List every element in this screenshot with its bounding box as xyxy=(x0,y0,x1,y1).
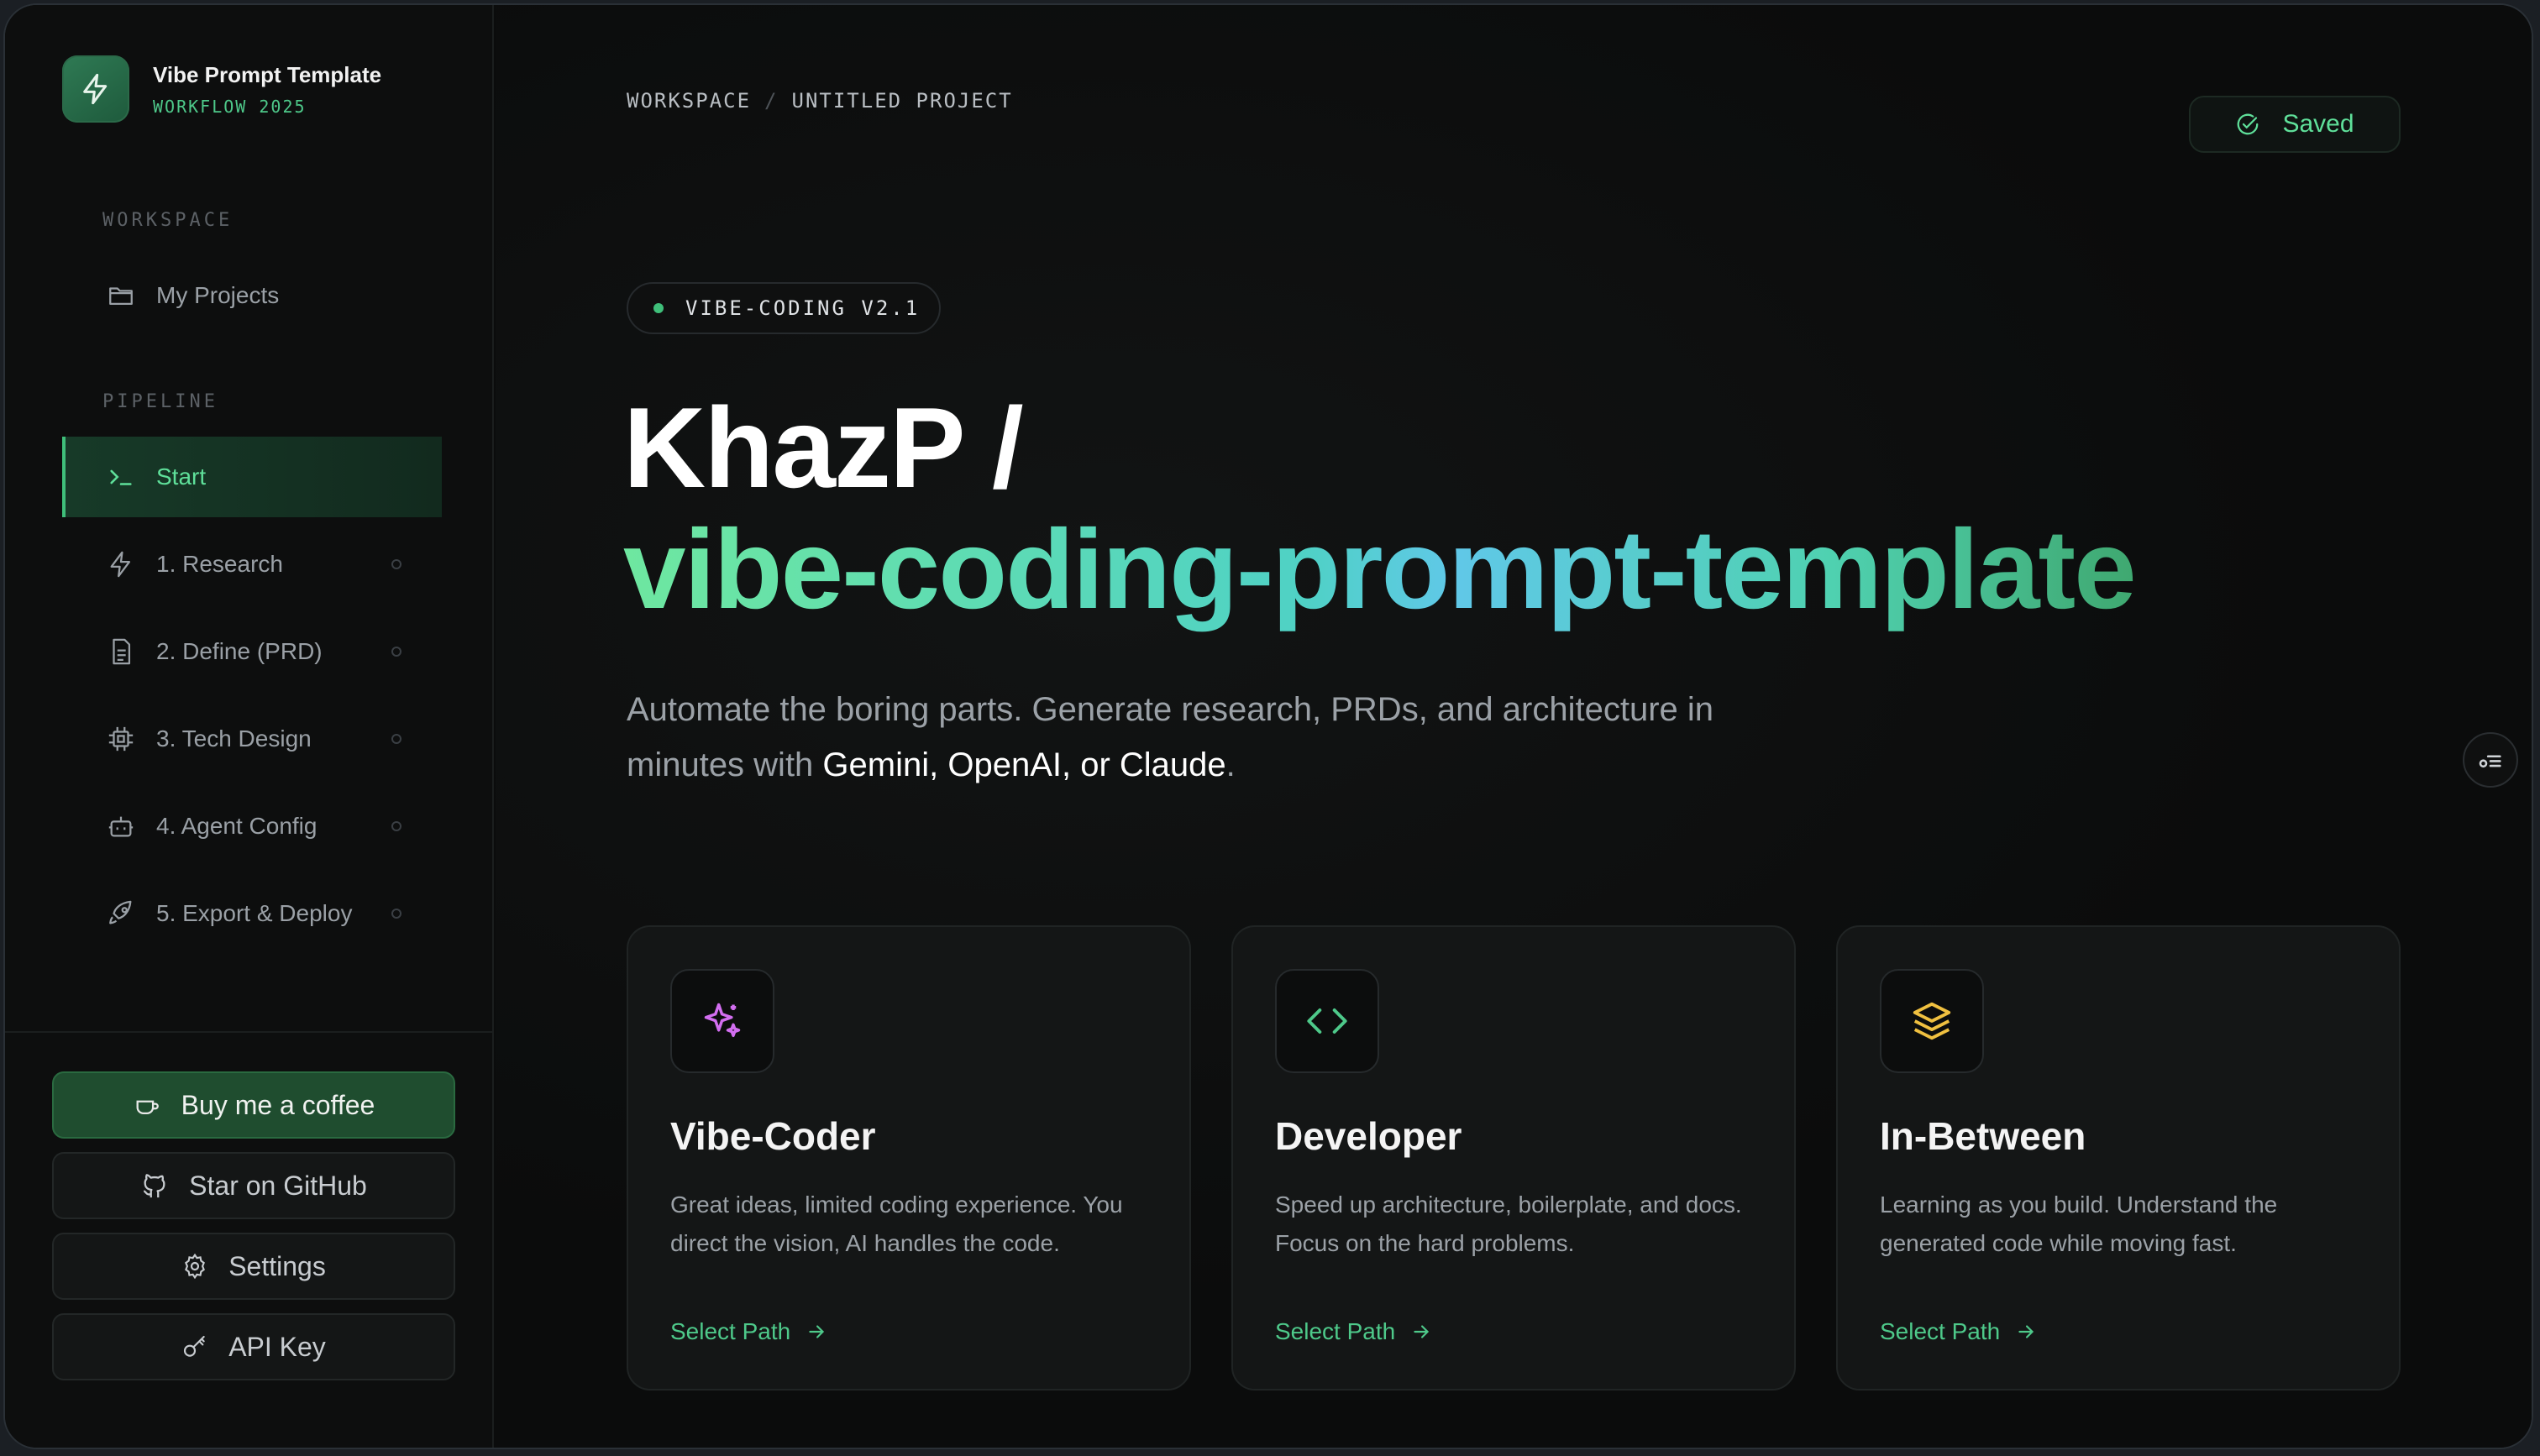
brand-subtitle: WORKFLOW 2025 xyxy=(153,96,307,117)
breadcrumb-project[interactable]: UNTITLED PROJECT xyxy=(792,89,1013,113)
bolt-icon xyxy=(104,547,138,581)
buy-coffee-label: Buy me a coffee xyxy=(181,1089,375,1120)
breadcrumb: WORKSPACE / UNTITLED PROJECT xyxy=(627,89,1013,113)
select-path-label: Select Path xyxy=(670,1318,791,1344)
robot-icon xyxy=(104,809,138,843)
star-github-button[interactable]: Star on GitHub xyxy=(52,1152,455,1219)
select-path-link[interactable]: Select Path xyxy=(1880,1318,2037,1345)
toggle-list-icon xyxy=(2476,746,2505,774)
sidebar-item-label: My Projects xyxy=(156,282,280,308)
sidebar-item-label: Start xyxy=(156,464,207,490)
arrow-right-icon xyxy=(2015,1321,2037,1343)
saved-status-badge: Saved xyxy=(2189,96,2401,153)
gear-icon xyxy=(181,1253,208,1280)
breadcrumb-separator: / xyxy=(764,89,779,113)
path-card-in-between[interactable]: In-Between Learning as you build. Unders… xyxy=(1836,925,2401,1391)
sidebar-item-define-prd[interactable]: 2. Define (PRD) xyxy=(62,611,442,692)
arrow-right-icon xyxy=(806,1321,827,1343)
card-description: Speed up architecture, boilerplate, and … xyxy=(1275,1192,1742,1256)
sidebar-item-label: 2. Define (PRD) xyxy=(156,638,323,664)
api-key-label: API Key xyxy=(228,1331,326,1362)
sidebar-item-label: 5. Export & Deploy xyxy=(156,900,353,926)
hero-lead: Automate the boring parts. Generate rese… xyxy=(627,682,1803,793)
github-icon xyxy=(140,1171,169,1200)
sidebar-item-label: 4. Agent Config xyxy=(156,813,318,839)
api-key-button[interactable]: API Key xyxy=(52,1313,455,1380)
sparkles-icon xyxy=(670,969,774,1073)
card-title: Vibe-Coder xyxy=(670,1114,876,1158)
sidebar-item-export-deploy[interactable]: 5. Export & Deploy xyxy=(62,873,442,954)
panel-toggle-button[interactable] xyxy=(2463,732,2518,788)
hero-title-repo: vibe-coding-prompt-template xyxy=(623,507,2137,632)
settings-button[interactable]: Settings xyxy=(52,1233,455,1300)
sidebar-item-start[interactable]: Start xyxy=(62,437,442,517)
lead-providers: Gemini, OpenAI, or Claude xyxy=(822,746,1226,783)
lead-suffix: . xyxy=(1225,746,1236,783)
hero-title-owner: KhazP / xyxy=(623,384,1024,511)
status-dot xyxy=(391,821,401,831)
workspace-section-label: WORKSPACE xyxy=(102,210,234,231)
select-path-link[interactable]: Select Path xyxy=(1275,1318,1432,1345)
sidebar-item-tech-design[interactable]: 3. Tech Design xyxy=(62,699,442,779)
sidebar-item-agent-config[interactable]: 4. Agent Config xyxy=(62,786,442,867)
terminal-icon xyxy=(104,460,138,494)
pipeline-section-label: PIPELINE xyxy=(102,391,218,412)
select-path-label: Select Path xyxy=(1880,1318,2001,1344)
select-path-link[interactable]: Select Path xyxy=(670,1318,827,1345)
sidebar-divider xyxy=(5,1031,492,1033)
folder-icon xyxy=(104,279,138,312)
buy-coffee-button[interactable]: Buy me a coffee xyxy=(52,1071,455,1139)
sidebar-item-my-projects[interactable]: My Projects xyxy=(62,255,442,336)
coffee-icon xyxy=(133,1091,161,1119)
main-content: WORKSPACE / UNTITLED PROJECT Saved VIBE-CO… xyxy=(496,5,2532,1448)
document-icon xyxy=(104,635,138,668)
sidebar: Vibe Prompt Template WORKFLOW 2025 WORKS… xyxy=(5,5,494,1448)
card-title: Developer xyxy=(1275,1114,1462,1158)
status-dot xyxy=(391,559,401,569)
status-dot xyxy=(653,303,664,313)
sidebar-item-research[interactable]: 1. Research xyxy=(62,524,442,605)
sidebar-item-label: 1. Research xyxy=(156,551,283,577)
card-title: In-Between xyxy=(1880,1114,2086,1158)
brand-title: Vibe Prompt Template xyxy=(153,61,382,87)
app-window: Vibe Prompt Template WORKFLOW 2025 WORKS… xyxy=(3,3,2533,1449)
card-description: Learning as you build. Understand the ge… xyxy=(1880,1192,2278,1256)
bolt-logo-icon xyxy=(62,55,129,123)
arrow-right-icon xyxy=(1410,1321,1432,1343)
version-badge: VIBE-CODING V2.1 xyxy=(627,282,941,334)
check-circle-icon xyxy=(2235,112,2260,137)
brand[interactable]: Vibe Prompt Template WORKFLOW 2025 xyxy=(62,55,381,123)
star-github-label: Star on GitHub xyxy=(189,1170,367,1201)
code-icon xyxy=(1275,969,1379,1073)
status-dot xyxy=(391,909,401,919)
version-badge-label: VIBE-CODING V2.1 xyxy=(685,296,921,320)
chip-icon xyxy=(104,722,138,756)
select-path-label: Select Path xyxy=(1275,1318,1396,1344)
settings-label: Settings xyxy=(228,1250,326,1281)
sidebar-item-label: 3. Tech Design xyxy=(156,725,312,752)
path-card-developer[interactable]: Developer Speed up architecture, boilerp… xyxy=(1231,925,1796,1391)
path-card-vibe-coder[interactable]: Vibe-Coder Great ideas, limited coding e… xyxy=(627,925,1191,1391)
status-dot xyxy=(391,647,401,657)
card-description: Great ideas, limited coding experience. … xyxy=(670,1192,1123,1256)
key-icon xyxy=(181,1333,208,1360)
layers-icon xyxy=(1880,969,1984,1073)
saved-label: Saved xyxy=(2282,110,2354,138)
status-dot xyxy=(391,734,401,744)
breadcrumb-workspace[interactable]: WORKSPACE xyxy=(627,89,751,113)
rocket-icon xyxy=(104,897,138,930)
